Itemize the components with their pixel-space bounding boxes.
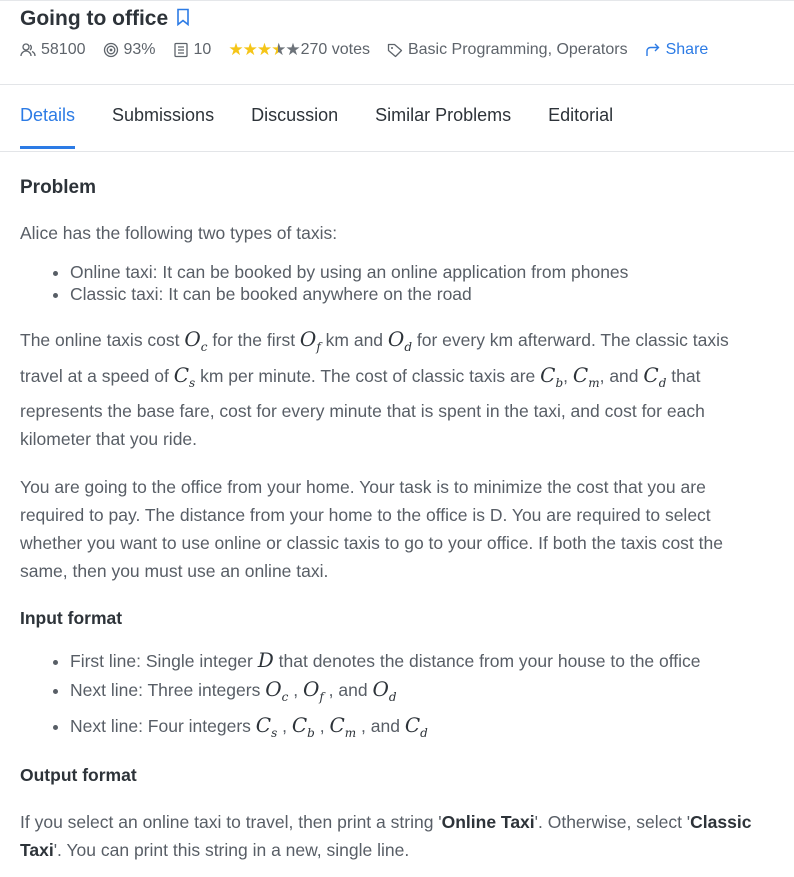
tab-submissions[interactable]: Submissions <box>112 105 214 149</box>
list-item: Classic taxi: It can be booked anywhere … <box>70 283 754 305</box>
bookmark-icon[interactable] <box>168 8 190 31</box>
half-star-icon: ★ <box>271 40 286 59</box>
star-icon: ★ <box>256 40 272 59</box>
tab-bar: Details Submissions Discussion Similar P… <box>0 84 794 152</box>
list-item: Online taxi: It can be booked by using a… <box>70 261 754 283</box>
input-format-heading: Input format <box>20 608 123 628</box>
submissions-count: 58100 <box>41 41 86 58</box>
problem-body: Problem Alice has the following two type… <box>20 175 754 864</box>
problem-title: Going to office <box>20 7 169 30</box>
list-item: Next line: Four integers Cs , Cb , Cm , … <box>70 714 754 744</box>
problem-stats: 58100 93% 10 ★★★★★ 270 votes Basic Progr… <box>20 40 708 60</box>
points-stat: 10 <box>173 41 212 59</box>
cost-paragraph: The online taxis cost Oc for the first O… <box>20 327 729 449</box>
intro-text: Alice has the following two types of tax… <box>20 223 338 243</box>
rating[interactable]: ★★★★★ 270 votes <box>228 40 370 60</box>
list-icon <box>173 42 188 58</box>
tab-editorial[interactable]: Editorial <box>548 105 613 149</box>
star-rating[interactable]: ★★★★★ <box>228 40 300 60</box>
star-empty-icon: ★ <box>285 40 300 59</box>
share-button[interactable]: Share <box>645 41 709 59</box>
star-icon: ★ <box>242 40 258 59</box>
users-icon <box>20 43 36 57</box>
success-rate: 93% <box>123 41 156 58</box>
success-stat: 93% <box>103 41 156 59</box>
tags-text: Basic Programming, Operators <box>407 41 628 58</box>
input-format-list: First line: Single integer D that denote… <box>20 649 754 744</box>
share-arrow-icon <box>645 43 660 56</box>
votes-count: 270 votes <box>300 41 370 58</box>
points-value: 10 <box>193 41 212 58</box>
star-icon: ★ <box>228 40 243 59</box>
tab-similar-problems[interactable]: Similar Problems <box>375 105 511 149</box>
problem-header: Going to office <box>20 6 780 32</box>
task-paragraph: You are going to the office from your ho… <box>20 477 723 581</box>
tab-discussion[interactable]: Discussion <box>251 105 338 149</box>
tag-icon <box>387 43 403 58</box>
list-item: First line: Single integer D that denote… <box>70 649 754 672</box>
taxi-types-list: Online taxi: It can be booked by using a… <box>20 261 754 305</box>
share-label: Share <box>665 41 709 58</box>
list-item: Next line: Three integers Oc , Of , and … <box>70 678 754 708</box>
problem-heading: Problem <box>20 177 97 198</box>
output-format-heading: Output format <box>20 765 137 785</box>
tab-details[interactable]: Details <box>20 105 76 149</box>
target-icon <box>103 42 118 58</box>
submissions-stat: 58100 <box>20 41 86 59</box>
tags[interactable]: Basic Programming, Operators <box>387 41 628 59</box>
output-paragraph: If you select an online taxi to travel, … <box>20 812 752 860</box>
top-border <box>0 0 794 4</box>
